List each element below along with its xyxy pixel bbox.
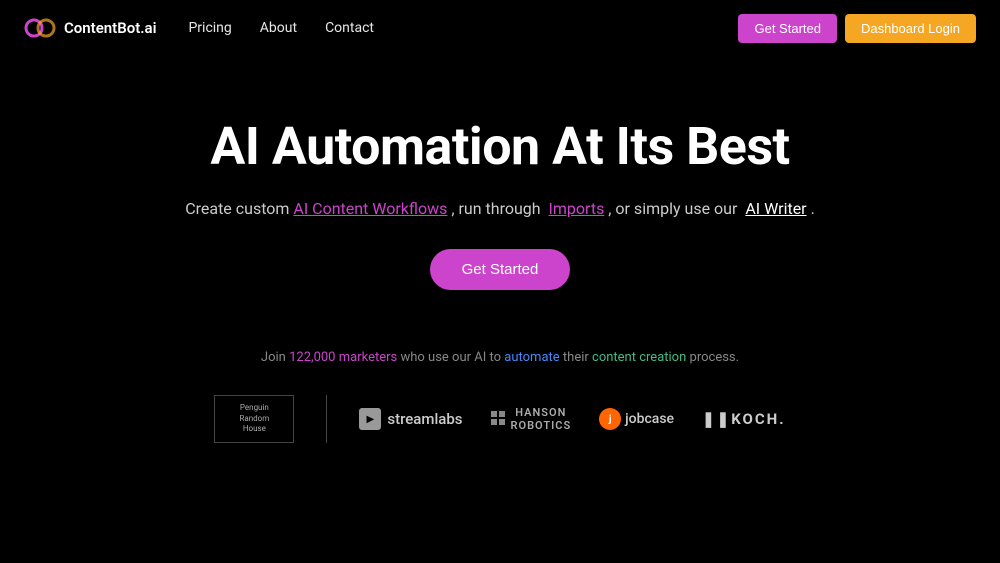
hanson-grid-icon [491,411,507,427]
jobcase-icon: j [599,408,621,430]
subtitle-link-imports[interactable]: Imports [549,199,605,218]
subtitle-suffix: . [811,199,815,218]
social-content-creation: content creation [592,350,686,365]
nav-link-pricing[interactable]: Pricing [188,20,231,36]
nav-links: Pricing About Contact [188,20,374,36]
logo-text: ContentBot.ai [64,19,156,37]
subtitle-mid: , run through [451,199,540,218]
social-text2: their [563,350,589,365]
subtitle-mid2: , or simply use our [608,199,737,218]
hero-get-started-button[interactable]: Get Started [430,249,571,290]
streamlabs-icon: ▶ [359,408,381,430]
penguin-text: PenguinRandomHouse [239,403,269,434]
social-automate: automate [504,350,559,365]
nav-right: Get Started Dashboard Login [738,14,976,43]
social-proof-text: Join 122,000 marketers who use our AI to… [0,350,1000,365]
nav-left: ContentBot.ai Pricing About Contact [24,12,374,44]
navbar: ContentBot.ai Pricing About Contact Get … [0,0,1000,56]
social-number: 122,000 [289,350,335,365]
social-proof-section: Join 122,000 marketers who use our AI to… [0,350,1000,443]
logo-penguin-random-house: PenguinRandomHouse [214,395,294,443]
jobcase-label: jobcase [625,411,674,427]
contentbot-logo-icon [24,12,56,44]
social-marketers: marketers [339,350,398,365]
logo-divider-1 [326,395,327,443]
nav-link-contact[interactable]: Contact [325,20,374,36]
subtitle-link-ai-writer[interactable]: AI Writer [745,199,806,218]
koch-label: ❚❚KOCH. [702,410,786,428]
subtitle-prefix: Create custom [185,199,289,218]
social-suffix: process. [690,350,740,365]
hero-title: AI Automation At Its Best [210,116,789,177]
social-prefix: Join [261,350,286,365]
social-text1: who use our AI to [400,350,501,365]
streamlabs-label: streamlabs [387,410,462,428]
hero-section: AI Automation At Its Best Create custom … [0,56,1000,340]
hanson-label: HANSONROBOTICS [511,406,572,432]
logo-hanson-robotics: HANSONROBOTICS [491,406,572,432]
logo[interactable]: ContentBot.ai [24,12,156,44]
partner-logos: PenguinRandomHouse ▶ streamlabs HANSONRO… [0,395,1000,443]
hero-subtitle: Create custom AI Content Workflows , run… [185,197,815,221]
logo-koch: ❚❚KOCH. [702,410,786,428]
nav-dashboard-login-button[interactable]: Dashboard Login [845,14,976,43]
subtitle-link-workflows[interactable]: AI Content Workflows [293,199,447,218]
logo-jobcase: j jobcase [599,408,674,430]
nav-link-about[interactable]: About [260,20,297,36]
nav-get-started-button[interactable]: Get Started [738,14,836,43]
logo-streamlabs: ▶ streamlabs [359,408,462,430]
